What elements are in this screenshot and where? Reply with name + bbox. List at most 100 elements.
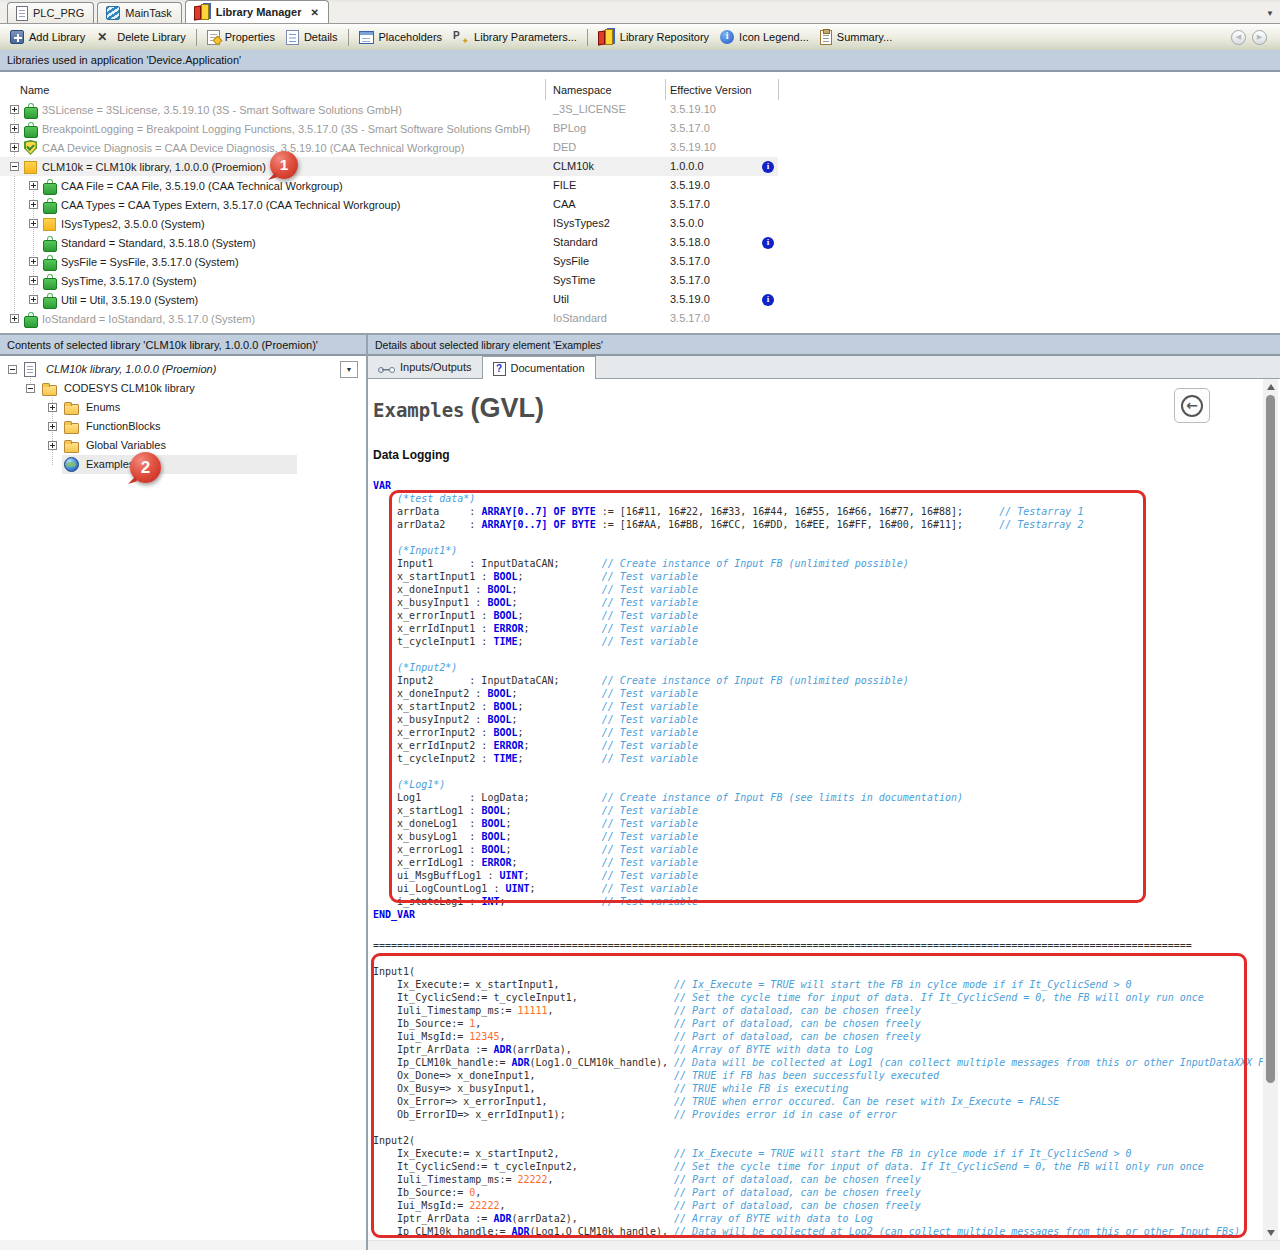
column-header-namespace[interactable]: Namespace: [553, 84, 612, 96]
code-comment: // Create instance of Input FB (see limi…: [602, 792, 963, 803]
expand-icon[interactable]: [29, 181, 38, 190]
code-comment: // Provides error id in case of error: [674, 1109, 897, 1120]
placeholders-button[interactable]: Placeholders: [354, 28, 448, 46]
code-text: ;: [511, 857, 601, 868]
table-row[interactable]: CAA Device Diagnosis = CAA Device Diagno…: [0, 138, 1280, 157]
task-icon: [106, 6, 120, 20]
expand-icon[interactable]: [29, 200, 38, 209]
expand-icon[interactable]: [29, 257, 38, 266]
table-row[interactable]: Util = Util, 3.5.19.0 (System)Util3.5.19…: [0, 290, 1280, 309]
code-line: x_doneLog1 : BOOL; // Test variable: [373, 817, 1083, 830]
lock-icon: [43, 292, 56, 308]
expand-icon[interactable]: [29, 219, 38, 228]
summary-button[interactable]: Summary...: [815, 27, 897, 47]
code-comment: // Test variable: [602, 610, 698, 621]
code-comment: // Array of BYTE with data to Log: [674, 1044, 873, 1055]
expand-icon[interactable]: [48, 441, 57, 450]
tree-item-clm10k-library-1-0-0-0-proemion[interactable]: CLM10k library, 1.0.0.0 (Proemion)▼: [0, 360, 366, 379]
tab-library-manager[interactable]: Library Manager✕: [185, 0, 329, 23]
doc-vscrollbar[interactable]: [1263, 379, 1278, 1240]
code-text: ;: [505, 818, 601, 829]
library-parameters-button[interactable]: Library Parameters...: [448, 27, 582, 47]
namespace-value: BPLog: [553, 122, 586, 134]
library-repository-button[interactable]: Library Repository: [593, 28, 714, 47]
code-line: Ix_Execute:= x_startInput1, // Ix_Execut…: [373, 978, 1276, 991]
expand-icon[interactable]: [48, 422, 57, 431]
details-button[interactable]: Details: [281, 28, 343, 47]
scroll-up-icon[interactable]: [1263, 379, 1278, 394]
scroll-thumb[interactable]: [1266, 395, 1275, 1083]
code-text: END_VAR: [373, 909, 415, 920]
tab-plc-prg[interactable]: PLC_PRG: [7, 2, 94, 23]
collapse-icon[interactable]: [8, 365, 17, 374]
tab-label: Documentation: [511, 362, 585, 374]
expand-icon[interactable]: [10, 124, 19, 133]
tree-item-enums[interactable]: Enums: [0, 398, 366, 417]
tab-maintask[interactable]: MainTask: [97, 2, 181, 23]
table-row[interactable]: ISysTypes2, 3.5.0.0 (System)ISysTypes23.…: [0, 214, 1280, 233]
code-text: 12345: [469, 1031, 499, 1042]
code-text: Iptr_ArrData :=: [373, 1044, 493, 1055]
doc-title-type: (GVL): [471, 393, 545, 424]
tree-item-global-variables[interactable]: Global Variables: [0, 436, 366, 455]
tab-overflow-icon[interactable]: ▼: [1266, 9, 1274, 18]
info-icon[interactable]: [762, 237, 774, 249]
expand-icon[interactable]: [10, 105, 19, 114]
code-comment: // Test variable: [602, 844, 698, 855]
tab-documentation[interactable]: Documentation: [482, 356, 596, 379]
table-row[interactable]: CLM10k = CLM10k library, 1.0.0.0 (Proemi…: [0, 157, 1280, 176]
properties-button[interactable]: Properties: [202, 28, 280, 47]
scroll-down-icon[interactable]: [1263, 1225, 1278, 1240]
close-icon[interactable]: ✕: [310, 7, 318, 18]
add-library-button[interactable]: Add Library: [5, 28, 90, 46]
table-row[interactable]: SysFile = SysFile, 3.5.17.0 (System)SysF…: [0, 252, 1280, 271]
library-contents-panel: Contents of selected library 'CLM10k lib…: [0, 335, 366, 1250]
back-button[interactable]: ←: [1174, 388, 1210, 423]
code-comment: // Test variable: [602, 818, 698, 829]
expand-icon[interactable]: [10, 143, 19, 152]
code-text: t_cycleInput2 :: [373, 753, 493, 764]
libraries-used-header-label: Libraries used in application 'Device.Ap…: [7, 54, 241, 66]
code-line: x_errorInput2 : BOOL; // Test variable: [373, 726, 1083, 739]
expand-icon[interactable]: [29, 276, 38, 285]
row-content: CLM10k = CLM10k library, 1.0.0.0 (Proemi…: [10, 157, 266, 176]
library-manager-window: PLC_PRGMainTaskLibrary Manager✕ ▼ Add Lib…: [0, 0, 1280, 1250]
code-line: arrData : ARRAY[0..7] OF BYTE := [16#11,…: [373, 505, 1083, 518]
code-text: ERROR: [493, 623, 523, 634]
code-text: BOOL: [487, 584, 511, 595]
table-row[interactable]: BreakpointLogging = Breakpoint Logging F…: [0, 119, 1280, 138]
nav-forward-button[interactable]: ▶: [1252, 30, 1267, 45]
tab-inputs-outputs[interactable]: Inputs/Outputs: [368, 356, 482, 378]
tree-item-examples[interactable]: Examples: [0, 455, 366, 474]
table-row[interactable]: IoStandard = IoStandard, 3.5.17.0 (Syste…: [0, 309, 1280, 328]
collapse-icon[interactable]: [26, 384, 35, 393]
expand-icon[interactable]: [48, 403, 57, 412]
table-row[interactable]: 3SLicense = 3SLicense, 3.5.19.10 (3S - S…: [0, 100, 1280, 119]
tree-item-functionblocks[interactable]: FunctionBlocks: [0, 417, 366, 436]
code-text: ,: [548, 1005, 674, 1016]
table-row[interactable]: CAA Types = CAA Types Extern, 3.5.17.0 (…: [0, 195, 1280, 214]
nav-back-button[interactable]: ◀: [1231, 30, 1246, 45]
doc-hscrollbar[interactable]: [368, 1240, 1280, 1250]
table-row[interactable]: SysTime, 3.5.17.0 (System)SysTime3.5.17.…: [0, 271, 1280, 290]
icon-legend-button[interactable]: Icon Legend...: [715, 28, 814, 46]
delete-library-button[interactable]: Delete Library: [91, 27, 190, 47]
version-value: 3.5.17.0: [670, 198, 710, 210]
column-header-name[interactable]: Name: [20, 84, 49, 96]
column-header-effective-version[interactable]: Effective Version: [670, 84, 752, 96]
lock-icon: [24, 102, 37, 118]
dropdown-button[interactable]: ▼: [340, 361, 358, 378]
info-icon[interactable]: [762, 294, 774, 306]
table-row[interactable]: Standard = Standard, 3.5.18.0 (System)St…: [0, 233, 1280, 252]
table-row[interactable]: CAA File = CAA File, 3.5.19.0 (CAA Techn…: [0, 176, 1280, 195]
expand-icon[interactable]: [10, 314, 19, 323]
code-text: BOOL: [481, 818, 505, 829]
collapse-icon[interactable]: [10, 162, 19, 171]
code-line: Input1 : InputDataCAN; // Create instanc…: [373, 557, 1083, 570]
info-icon[interactable]: [762, 161, 774, 173]
contents-hscrollbar[interactable]: [0, 1240, 366, 1250]
code-line: t_cycleInput2 : TIME; // Test variable: [373, 752, 1083, 765]
expand-icon[interactable]: [29, 295, 38, 304]
tree-item-codesys-clm10k-library[interactable]: CODESYS CLM10k library: [0, 379, 366, 398]
code-line: Ib_Source:= 0, // Part of dataload, can …: [373, 1186, 1276, 1199]
